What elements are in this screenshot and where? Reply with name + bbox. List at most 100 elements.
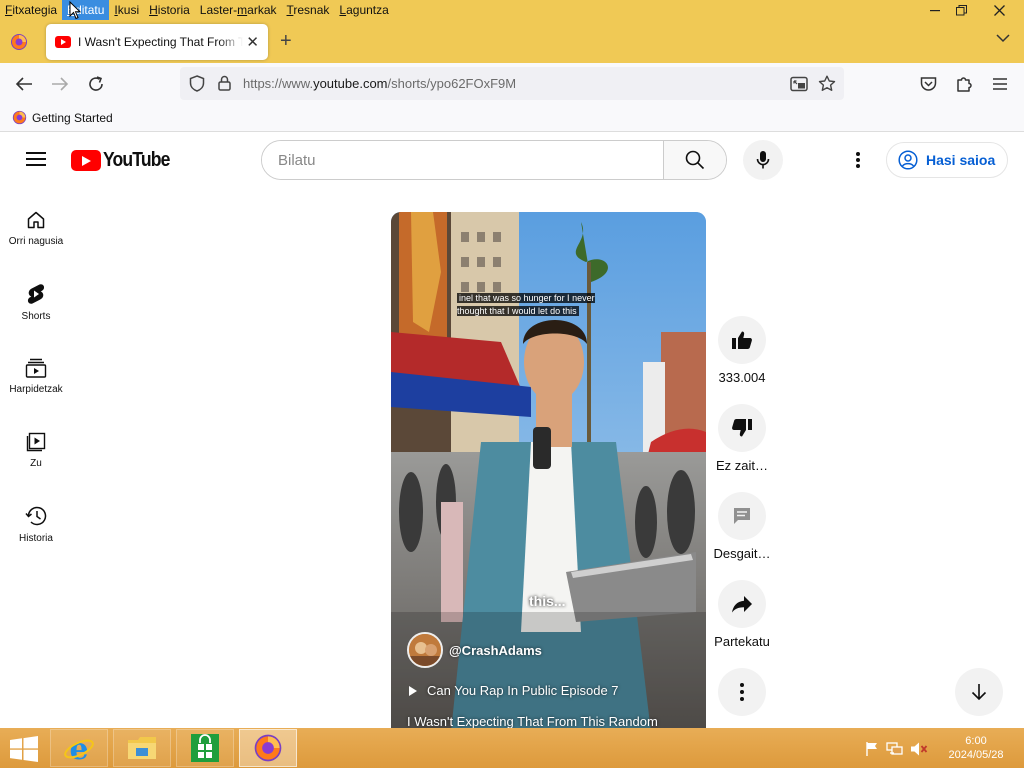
menu-file[interactable]: Fitxategia xyxy=(0,0,62,20)
browser-tab-active[interactable]: I Wasn't Expecting That From This Random… xyxy=(46,24,268,60)
taskbar-clock[interactable]: 6:00 2024/05/28 xyxy=(935,734,1017,762)
forward-arrow-icon xyxy=(52,77,69,91)
share-label: Partekatu xyxy=(714,634,770,649)
short-video-player[interactable]: inel that was so hunger for I never thou… xyxy=(391,212,706,728)
settings-more-button[interactable] xyxy=(848,149,868,171)
menu-view[interactable]: Ikusi xyxy=(109,0,144,20)
restore-icon xyxy=(955,4,967,15)
hamburger-menu-icon xyxy=(993,78,1007,90)
taskbar-store[interactable] xyxy=(176,729,234,767)
pocket-button[interactable] xyxy=(917,73,939,95)
close-window-button[interactable] xyxy=(976,0,1022,20)
sidebar-item-you[interactable]: Zu xyxy=(0,432,72,469)
taskbar-firefox[interactable] xyxy=(239,729,297,767)
guide-menu-button[interactable] xyxy=(26,152,46,168)
comments-label: Desgait… xyxy=(713,546,771,561)
url-text[interactable]: https://www.youtube.com/shorts/ypo62FOxF… xyxy=(243,76,516,91)
list-all-tabs-icon[interactable] xyxy=(996,33,1010,43)
share-icon xyxy=(732,596,752,613)
volume-muted-icon[interactable] xyxy=(910,741,928,757)
internet-explorer-icon: e xyxy=(64,732,94,764)
youtube-page: YouTube Hasi saioa Orri nagusia Shorts xyxy=(0,132,1024,728)
menu-history[interactable]: Historia xyxy=(144,0,195,20)
channel-info[interactable]: @CrashAdams xyxy=(407,632,542,668)
network-icon[interactable] xyxy=(886,741,904,757)
arrow-down-icon xyxy=(971,684,987,701)
share-button[interactable]: Partekatu xyxy=(697,580,787,649)
action-center-flag-icon[interactable] xyxy=(864,741,880,757)
dislike-button[interactable]: Ez zait… xyxy=(697,404,787,473)
channel-avatar[interactable] xyxy=(407,632,443,668)
windows-start-icon[interactable] xyxy=(8,736,40,762)
tab-close-icon[interactable]: ✕ xyxy=(246,33,259,51)
youtube-favicon-icon xyxy=(55,36,71,48)
sign-in-button[interactable]: Hasi saioa xyxy=(886,142,1008,178)
screen: Fitxategia Editatu Ikusi Historia Laster… xyxy=(0,0,1024,768)
new-tab-button[interactable]: + xyxy=(280,30,292,53)
tab-title: I Wasn't Expecting That From This Random xyxy=(78,35,243,49)
extensions-button[interactable] xyxy=(953,73,975,95)
file-explorer-icon xyxy=(128,737,156,759)
reload-button[interactable] xyxy=(85,73,107,95)
svg-text:e: e xyxy=(69,732,88,764)
shorts-icon xyxy=(27,284,45,304)
system-tray xyxy=(864,741,928,757)
lock-icon[interactable] xyxy=(218,75,231,91)
bookmark-getting-started[interactable]: Getting Started xyxy=(32,111,113,125)
bookmarks-toolbar: Getting Started xyxy=(0,104,1024,132)
microphone-icon xyxy=(756,151,770,169)
closed-caption-bottom: this... xyxy=(529,593,566,609)
clock-time: 6:00 xyxy=(965,735,987,747)
close-icon xyxy=(993,4,1005,16)
bookmark-star-icon[interactable] xyxy=(818,75,836,92)
more-actions-button[interactable] xyxy=(697,668,787,716)
sidebar-item-history[interactable]: Historia xyxy=(0,505,72,544)
next-short-button[interactable] xyxy=(955,668,1003,716)
sidebar-item-home[interactable]: Orri nagusia xyxy=(0,210,72,247)
forward-button[interactable] xyxy=(49,73,71,95)
search-input[interactable] xyxy=(262,141,663,179)
menu-tools[interactable]: Tresnak xyxy=(282,0,335,20)
dislike-label: Ez zait… xyxy=(715,458,768,473)
youtube-logo[interactable]: YouTube xyxy=(71,149,179,172)
reload-icon xyxy=(89,76,103,91)
search-box xyxy=(261,140,727,180)
short-title[interactable]: I Wasn't Expecting That From This Random xyxy=(407,714,658,728)
menu-bar: Fitxategia Editatu Ikusi Historia Laster… xyxy=(0,0,1024,20)
address-bar[interactable]: https://www.youtube.com/shorts/ypo62FOxF… xyxy=(180,67,844,100)
pocket-icon xyxy=(920,77,936,91)
menu-bookmarks[interactable]: Laster-markak xyxy=(195,0,282,20)
tracking-protection-shield-icon[interactable] xyxy=(189,75,205,92)
menu-help[interactable]: Laguntza xyxy=(334,0,393,20)
back-button[interactable] xyxy=(13,73,35,95)
firefox-icon xyxy=(12,110,27,125)
avatar-image xyxy=(409,634,441,666)
comments-button[interactable]: Desgait… xyxy=(697,492,787,561)
taskbar-file-explorer[interactable] xyxy=(113,729,171,767)
minimize-icon xyxy=(930,10,940,12)
playlist-link[interactable]: Can You Rap In Public Episode 7 xyxy=(409,683,619,698)
closed-caption-top: inel that was so hunger for I never thou… xyxy=(457,293,595,316)
more-vertical-icon xyxy=(740,683,744,701)
sidebar-item-subscriptions[interactable]: Harpidetzak xyxy=(0,358,72,395)
home-icon xyxy=(27,211,45,229)
like-button[interactable]: 333.004 xyxy=(697,316,787,385)
firefox-icon xyxy=(254,734,282,762)
voice-search-button[interactable] xyxy=(743,140,783,180)
clock-date: 2024/05/28 xyxy=(948,749,1004,761)
search-button[interactable] xyxy=(663,141,726,179)
app-menu-button[interactable] xyxy=(989,73,1011,95)
firefox-view-icon[interactable] xyxy=(10,33,28,51)
channel-name[interactable]: @CrashAdams xyxy=(449,643,542,658)
mouse-cursor-icon xyxy=(69,1,81,20)
taskbar-internet-explorer[interactable]: e xyxy=(50,729,108,767)
thumbs-down-icon xyxy=(732,419,752,437)
picture-in-picture-icon[interactable] xyxy=(790,76,808,92)
you-library-icon xyxy=(26,432,46,452)
youtube-play-icon xyxy=(71,150,101,171)
history-icon xyxy=(25,506,47,526)
like-count: 333.004 xyxy=(718,370,766,385)
play-small-icon xyxy=(409,685,417,696)
restore-button[interactable] xyxy=(944,0,978,20)
sidebar-item-shorts[interactable]: Shorts xyxy=(0,283,72,322)
